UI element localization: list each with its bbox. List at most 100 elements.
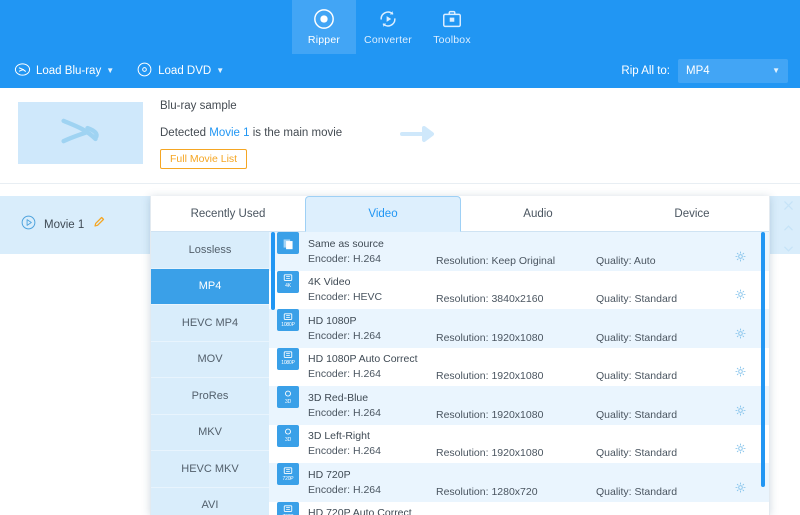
category-label: AVI	[201, 499, 219, 512]
tab-ripper[interactable]: Ripper	[292, 0, 356, 54]
settings-gear-icon[interactable]	[734, 288, 747, 309]
action-bar: Load Blu-ray ▼ Load DVD ▼ Rip All to: MP…	[0, 54, 800, 88]
format-row-hd-720p[interactable]: 720P HD 720P Encoder: H.264 Resolution: …	[269, 463, 769, 502]
category-hevc-mkv[interactable]: HEVC MKV	[151, 451, 269, 488]
format-row-same-as-source[interactable]: Same as source Encoder: H.264 Resolution…	[269, 232, 769, 271]
settings-gear-icon[interactable]	[734, 404, 747, 425]
format-row-3d-left-right[interactable]: 3D 3D Left-Right Encoder: H.264 Resoluti…	[269, 424, 769, 464]
tab-recently-used-label: Recently Used	[190, 208, 266, 220]
settings-gear-icon[interactable]	[734, 365, 747, 386]
category-label: ProRes	[191, 389, 229, 402]
chevron-down-icon[interactable]: ▼	[216, 67, 224, 75]
load-bluray-button[interactable]: Load Blu-ray ▼	[14, 54, 114, 88]
load-dvd-label: Load DVD	[158, 65, 212, 77]
disc-info-row: Blu-ray sample Detected Movie 1 is the m…	[0, 88, 800, 250]
category-avi[interactable]: AVI	[151, 488, 269, 515]
load-dvd-button[interactable]: Load DVD ▼	[136, 54, 224, 88]
format-resolution: Resolution: 1920x1080	[436, 447, 544, 459]
settings-gear-icon[interactable]	[734, 442, 747, 463]
toolbox-icon	[441, 6, 463, 32]
main-tabs: Ripper Converter Toolbox	[292, 0, 484, 54]
format-encoder: Encoder: HEVC	[308, 291, 383, 304]
format-row-hd-1080p-auto-correct[interactable]: 1080P HD 1080P Auto Correct Encoder: H.2…	[269, 347, 769, 387]
rip-all-to-select[interactable]: MP4 ▼	[678, 59, 788, 83]
category-label: HEVC MKV	[181, 462, 239, 475]
tab-video[interactable]: Video	[305, 196, 461, 232]
format-resolution: Resolution: 1920x1080	[436, 408, 544, 421]
disc-title: Blu-ray sample	[160, 100, 237, 112]
format-encoder: Encoder: H.264	[308, 329, 381, 342]
close-x-icon[interactable]	[783, 198, 794, 216]
video-3d-icon: 3D	[277, 424, 299, 447]
full-movie-list-button[interactable]: Full Movie List	[160, 149, 248, 169]
detected-prefix: Detected	[160, 127, 210, 139]
dvd-disc-icon	[136, 61, 153, 81]
tab-audio[interactable]: Audio	[461, 196, 615, 232]
format-quality: Quality: Standard	[596, 447, 678, 459]
format-row-hd-720p-auto-correct[interactable]: 720P HD 720P Auto Correct Encoder: H.264…	[269, 501, 769, 515]
rip-all-to-value: MP4	[686, 65, 710, 77]
category-mov[interactable]: MOV	[151, 342, 269, 378]
format-list: Same as source Encoder: H.264 Resolution…	[269, 232, 769, 515]
format-quality: Quality: Standard	[596, 408, 678, 421]
category-label: MP4	[198, 280, 222, 293]
record-circle-icon	[313, 6, 335, 32]
video-1080p-icon: 1080P	[277, 309, 299, 331]
format-encoder: Encoder: H.264	[308, 406, 381, 419]
format-name: HD 720P Auto Correct	[308, 507, 412, 515]
format-panel-tabs: Recently Used Video Audio Device	[151, 196, 769, 232]
tab-recently-used[interactable]: Recently Used	[151, 196, 305, 232]
tab-device-label: Device	[674, 208, 710, 220]
format-quality: Quality: Standard	[596, 331, 678, 344]
tab-converter[interactable]: Converter	[356, 0, 420, 54]
settings-gear-icon[interactable]	[734, 250, 747, 271]
format-quality: Quality: Auto	[596, 254, 656, 267]
video-3d-icon: 3D	[277, 386, 299, 408]
chevron-down-icon[interactable]: ▼	[106, 67, 114, 75]
detected-movie-link[interactable]: Movie 1	[209, 127, 249, 139]
rip-all-to-group: Rip All to: MP4 ▼	[621, 59, 788, 83]
chevron-down-icon[interactable]	[783, 240, 794, 258]
category-mp4[interactable]: MP4	[151, 268, 269, 305]
format-encoder: Encoder: H.264	[308, 445, 381, 458]
detected-suffix: is the main movie	[249, 127, 343, 139]
format-row-4k-video[interactable]: 4K 4K Video Encoder: HEVC Resolution: 38…	[269, 270, 769, 310]
format-name: HD 1080P Auto Correct	[308, 353, 418, 366]
category-mkv[interactable]: MKV	[151, 415, 269, 451]
play-circle-icon[interactable]	[20, 214, 37, 236]
chevron-up-icon[interactable]	[783, 219, 794, 237]
category-prores[interactable]: ProRes	[151, 378, 269, 415]
video-4k-icon: 4K	[277, 270, 299, 293]
disc-detected-text: Detected Movie 1 is the main movie	[160, 127, 342, 139]
format-name: HD 1080P	[308, 314, 357, 327]
format-row-hd-1080p[interactable]: 1080P HD 1080P Encoder: H.264 Resolution…	[269, 309, 769, 348]
convert-arrows-icon	[377, 6, 399, 32]
format-name: HD 720P	[308, 468, 351, 481]
tab-device[interactable]: Device	[615, 196, 769, 232]
format-icon-tag: 720P	[282, 475, 294, 482]
format-encoder: Encoder: H.264	[308, 252, 381, 265]
video-720p-icon: 720P	[277, 463, 299, 485]
category-scrollbar[interactable]	[271, 232, 275, 310]
format-icon-tag: 1080P	[281, 321, 295, 328]
movie-name-label: Movie 1	[44, 219, 85, 231]
tab-toolbox[interactable]: Toolbox	[420, 0, 484, 54]
same-as-source-icon	[277, 232, 299, 254]
category-lossless[interactable]: Lossless	[151, 232, 269, 269]
format-row-3d-red-blue[interactable]: 3D 3D Red-Blue Encoder: H.264 Resolution…	[269, 386, 769, 425]
settings-gear-icon[interactable]	[734, 481, 747, 502]
category-hevc-mp4[interactable]: HEVC MP4	[151, 305, 269, 342]
format-selection-panel: Recently Used Video Audio Device Lossles…	[150, 196, 770, 515]
bluray-disc-icon	[52, 112, 110, 155]
video-720p-icon: 720P	[277, 501, 299, 515]
format-quality: Quality: Standard	[596, 485, 678, 498]
settings-gear-icon[interactable]	[734, 327, 747, 348]
category-label: MKV	[198, 426, 222, 439]
tab-ripper-label: Ripper	[307, 34, 341, 46]
format-encoder: Encoder: H.264	[308, 368, 381, 381]
format-list-scrollbar[interactable]	[761, 232, 765, 487]
top-navigation-bar: Ripper Converter Toolbox	[0, 0, 800, 54]
pencil-edit-icon[interactable]	[91, 215, 106, 235]
category-label: Lossless	[188, 243, 232, 256]
disc-thumbnail	[18, 102, 143, 164]
